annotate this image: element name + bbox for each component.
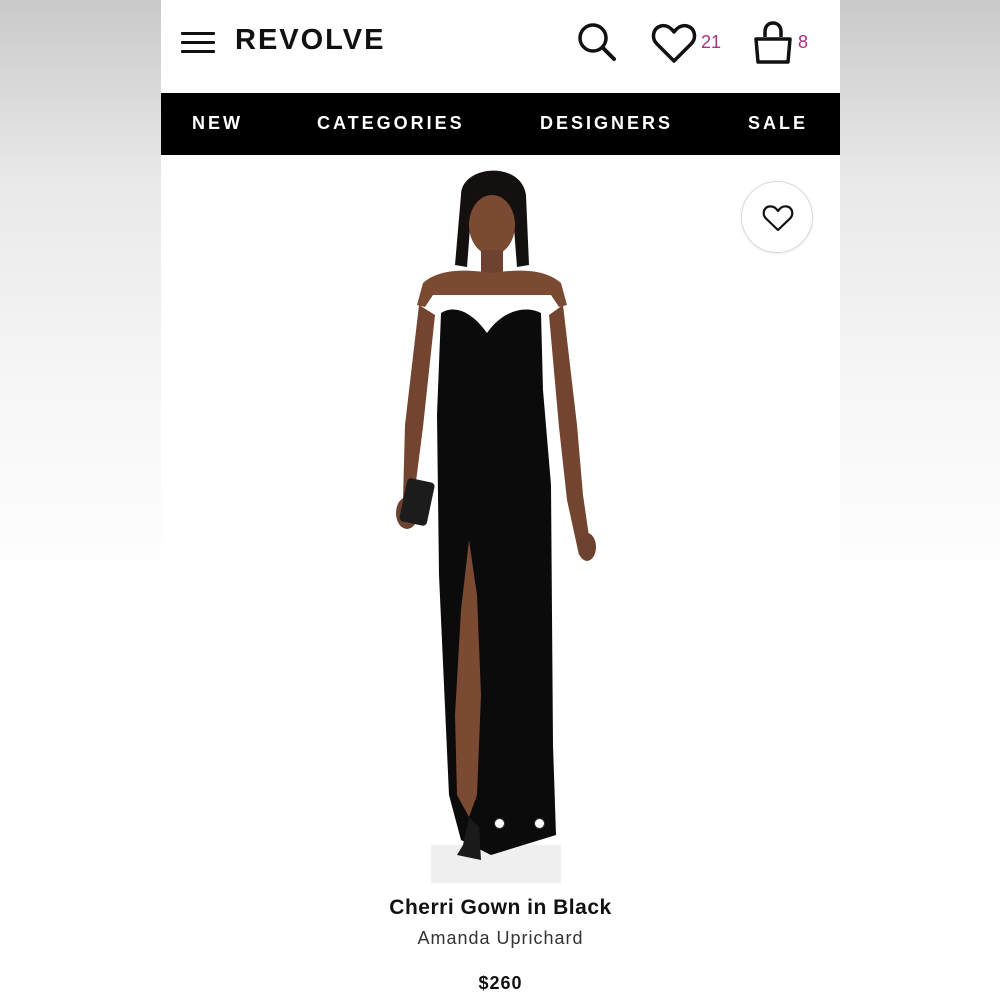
model-in-gown-photo [396, 170, 596, 883]
heart-outline-icon [762, 205, 794, 232]
nav-item-designers[interactable]: DESIGNERS [540, 113, 673, 134]
product-image[interactable] [161, 155, 840, 885]
product-price: $260 [478, 973, 523, 993]
shopping-bag-icon[interactable] [751, 20, 795, 66]
search-icon[interactable] [575, 20, 619, 64]
product-title[interactable]: Cherri Gown in Black [161, 896, 840, 920]
mobile-page: REVOLVE 21 8 NEW CATEGORIES DESIGNERS SA… [161, 0, 840, 1000]
product-info: Cherri Gown in Black Amanda Uprichard $2… [161, 896, 840, 994]
product-designer[interactable]: Amanda Uprichard [161, 928, 840, 949]
header: REVOLVE 21 8 [161, 0, 840, 93]
carousel-dot-1[interactable] [494, 818, 505, 829]
wishlist-count: 21 [701, 32, 722, 52]
bag-count: 8 [798, 32, 809, 52]
nav-item-categories[interactable]: CATEGORIES [317, 113, 465, 134]
wishlist-heart-icon[interactable] [651, 22, 697, 66]
main-nav: NEW CATEGORIES DESIGNERS SALE [161, 93, 840, 155]
add-to-wishlist-button[interactable] [741, 181, 813, 253]
carousel-dot-2[interactable] [534, 818, 545, 829]
menu-icon[interactable] [181, 32, 215, 54]
nav-item-new[interactable]: NEW [192, 113, 243, 134]
brand-logo[interactable]: REVOLVE [235, 24, 385, 57]
nav-item-sale[interactable]: SALE [748, 113, 808, 134]
